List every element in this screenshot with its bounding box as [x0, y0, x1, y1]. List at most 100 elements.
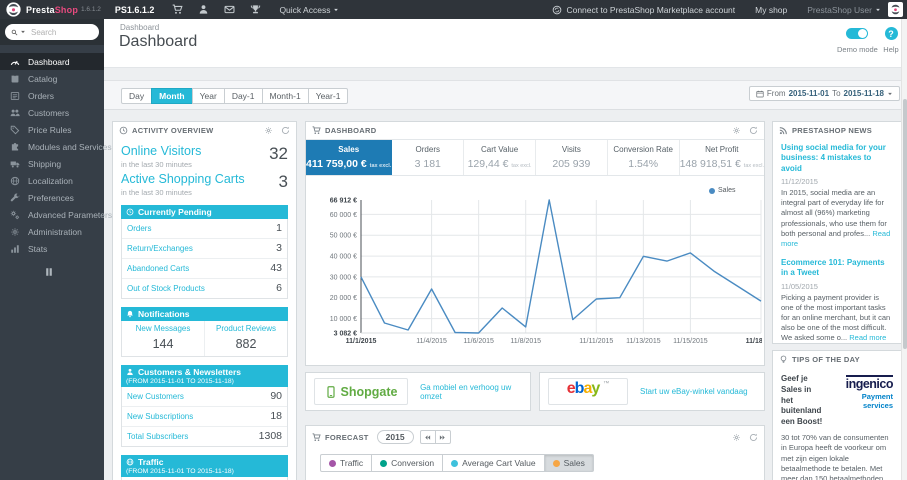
gears-icon	[10, 210, 20, 220]
sidebar-item-advanced-parameters[interactable]: Advanced Parameters	[0, 206, 112, 223]
article-date: 11/12/2015	[781, 177, 818, 187]
group-icon	[10, 108, 20, 118]
panel-refresh-icon[interactable]	[749, 126, 758, 135]
panel-settings-icon[interactable]	[732, 126, 741, 135]
bars-icon	[10, 244, 20, 254]
sidebar-item-stats[interactable]: Stats	[0, 240, 104, 257]
cart-icon[interactable]	[172, 4, 184, 15]
article-title[interactable]: Using social media for your business: 4 …	[781, 143, 893, 174]
avatar[interactable]	[888, 2, 903, 17]
read-more-link[interactable]: Read more	[849, 333, 886, 342]
cart-icon	[312, 126, 321, 135]
marketplace-connect-link[interactable]: Connect to PrestaShop Marketplace accoun…	[552, 5, 735, 15]
help-button[interactable]: ?	[884, 27, 898, 40]
kpi-net-profit[interactable]: Net Profit 148 918,51 € tax excl.	[680, 140, 764, 175]
panel-refresh-icon[interactable]	[749, 433, 758, 442]
sidebar-item-customers[interactable]: Customers	[0, 104, 104, 121]
collapse-sidebar-button[interactable]	[44, 267, 54, 277]
calendar-icon	[756, 90, 764, 98]
bell-icon	[126, 310, 134, 318]
user-menu[interactable]: PrestaShop User	[807, 5, 881, 15]
svg-text:50 000 €: 50 000 €	[330, 233, 357, 240]
globe-icon	[126, 458, 134, 466]
sidebar-item-shipping[interactable]: Shipping	[0, 155, 104, 172]
cart-icon	[312, 432, 321, 442]
toggle-average-cart-value[interactable]: Average Cart Value	[442, 454, 545, 472]
topbar-icons	[172, 4, 261, 15]
kpi-conversion-rate[interactable]: Conversion Rate 1.54%	[608, 140, 680, 175]
sidebar-item-preferences[interactable]: Preferences	[0, 189, 104, 206]
range-day-1-button[interactable]: Day-1	[223, 88, 263, 104]
date-range-toolbar: Day Month Year Day-1 Month-1 Year-1 From…	[104, 80, 907, 110]
ebay-promo-panel: ebay ™ Start uw eBay-winkel vandaag	[539, 372, 765, 411]
book-icon	[10, 74, 20, 84]
shopgate-link[interactable]: Ga mobiel en verhoog uw omzet	[420, 383, 522, 401]
my-shop-link[interactable]: My shop	[755, 5, 787, 15]
sidebar-item-orders[interactable]: Orders	[0, 87, 104, 104]
scrollbar-thumb[interactable]	[903, 99, 907, 349]
article-excerpt: In 2015, social media are an integral pa…	[781, 188, 891, 248]
dashboard-panel: DASHBOARD Sales 411 759,00 € tax excl. Or…	[305, 121, 765, 366]
panel-settings-icon[interactable]	[732, 433, 741, 442]
quick-access-menu[interactable]: Quick Access	[279, 5, 339, 15]
range-year-button[interactable]: Year	[191, 88, 225, 104]
activity-overview-panel: ACTIVITY OVERVIEW Online Visitors in the …	[112, 121, 297, 480]
range-day-button[interactable]: Day	[121, 88, 153, 104]
panel-settings-icon[interactable]	[264, 126, 273, 135]
table-row: Orders 1	[127, 222, 282, 234]
scrollbar-track[interactable]	[901, 19, 907, 480]
toggle-traffic[interactable]: Traffic	[320, 454, 373, 472]
forecast-series-toggles: Traffic Conversion Average Cart Value Sa…	[320, 454, 764, 472]
avg-cart-series-dot	[451, 459, 459, 467]
range-month-button[interactable]: Month	[151, 88, 193, 104]
kpi-visits[interactable]: Visits 205 939	[536, 140, 608, 175]
sidebar-item-price-rules[interactable]: Price Rules	[0, 121, 104, 138]
breadcrumb[interactable]: Dashboard	[120, 23, 159, 32]
svg-text:11/11/2015: 11/11/2015	[579, 338, 613, 345]
search-icon	[11, 29, 18, 36]
forecast-next-button[interactable]	[434, 430, 451, 444]
table-row: Out of Stock Products 6	[122, 277, 287, 298]
toggle-conversion[interactable]: Conversion	[371, 454, 444, 472]
customer-icon[interactable]	[198, 4, 209, 15]
main-content: Dashboard Dashboard Demo mode ? Help Day…	[104, 19, 907, 480]
search-input[interactable]	[31, 27, 83, 37]
demo-mode-toggle[interactable]	[846, 28, 868, 39]
forecast-year[interactable]: 2015	[376, 430, 414, 444]
trophy-icon[interactable]	[250, 4, 261, 15]
chart-legend: Sales	[706, 186, 739, 195]
messages-icon[interactable]	[224, 4, 235, 15]
search-scope-caret-icon[interactable]	[20, 29, 26, 35]
chevron-down-icon	[875, 7, 881, 13]
double-right-icon	[439, 434, 446, 441]
kpi-sales[interactable]: Sales 411 759,00 € tax excl.	[306, 140, 393, 175]
toggle-sales[interactable]: Sales	[543, 454, 594, 472]
kpi-cart-value[interactable]: Cart Value 129,44 € tax excl.	[464, 140, 536, 175]
article-excerpt: Picking a payment provider is one of the…	[781, 292, 891, 343]
date-from: 2015-11-01	[788, 89, 830, 98]
currently-pending-table: Orders 1 Return/Exchanges 3 Abandoned Cart…	[121, 218, 288, 299]
svg-text:66 912 €: 66 912 €	[330, 198, 357, 205]
kpi-orders[interactable]: Orders 3 181	[392, 140, 465, 175]
customers-newsletters-header: Customers & Newsletters (FROM 2015-11-01…	[121, 364, 288, 387]
google-analytics-link-row: Link to your Google Analytics account	[121, 476, 288, 480]
svg-text:10 000 €: 10 000 €	[330, 316, 357, 323]
sidebar-item-modules[interactable]: Modules and Services	[0, 138, 112, 155]
svg-text:40 000 €: 40 000 €	[330, 254, 357, 261]
article-title[interactable]: Ecommerce 101: Payments in a Tweet	[781, 258, 893, 279]
date-range-picker[interactable]: From 2015-11-01 To 2015-11-18	[748, 86, 900, 101]
sidebar-item-administration[interactable]: Administration	[0, 223, 104, 240]
range-year-1-button[interactable]: Year-1	[307, 88, 349, 104]
shop-name: PS1.6.1.2	[114, 4, 155, 15]
sidebar-item-dashboard[interactable]: Dashboard	[0, 53, 104, 70]
search-box[interactable]	[5, 24, 99, 40]
sidebar-item-localization[interactable]: Localization	[0, 172, 104, 189]
ebay-link[interactable]: Start uw eBay-winkel vandaag	[640, 387, 748, 396]
person-icon	[126, 368, 134, 376]
panel-refresh-icon[interactable]	[281, 126, 290, 135]
forecast-prev-button[interactable]	[419, 430, 436, 444]
sidebar-item-catalog[interactable]: Catalog	[0, 70, 104, 87]
active-carts-value: 3	[278, 171, 288, 191]
table-row: Return/Exchanges 3	[122, 237, 287, 258]
range-month-1-button[interactable]: Month-1	[261, 88, 309, 104]
